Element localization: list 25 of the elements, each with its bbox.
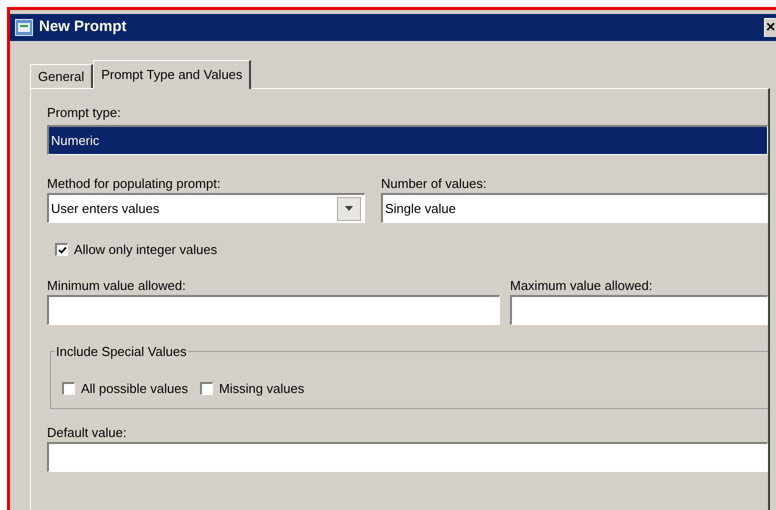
tab[interactable]: General [30,64,94,88]
close-button[interactable]: × [764,18,776,37]
checkmark-icon [58,246,66,255]
prompt-type-field[interactable]: Numeric [47,125,768,155]
field-label: Method for populating prompt: [47,175,222,193]
field-label: Maximum value allowed: [510,276,654,294]
checkbox[interactable] [55,243,68,256]
checkbox-label: All possible values [81,380,188,398]
field-label: Default value: [47,424,128,442]
dropdown-caret-icon[interactable] [337,196,361,220]
checkbox[interactable] [62,382,75,396]
minimum-value-field[interactable] [47,294,500,324]
checkbox-label: Missing values [218,380,304,398]
checkbox-label: Allow only integer values [74,241,218,259]
field-label: Number of values: [381,175,488,193]
number-of-values-field[interactable]: Single value [381,193,768,223]
field-label: Prompt type: [47,104,122,122]
window-title: New Prompt [39,17,128,38]
window-icon [15,19,33,36]
field-label: Minimum value allowed: [47,276,187,294]
maximum-value-field[interactable] [510,294,768,324]
tab[interactable]: Prompt Type and Values [93,60,252,89]
method-dropdown[interactable]: User enters values [47,193,365,223]
checkbox[interactable] [200,382,213,396]
default-value-field[interactable] [47,442,768,472]
